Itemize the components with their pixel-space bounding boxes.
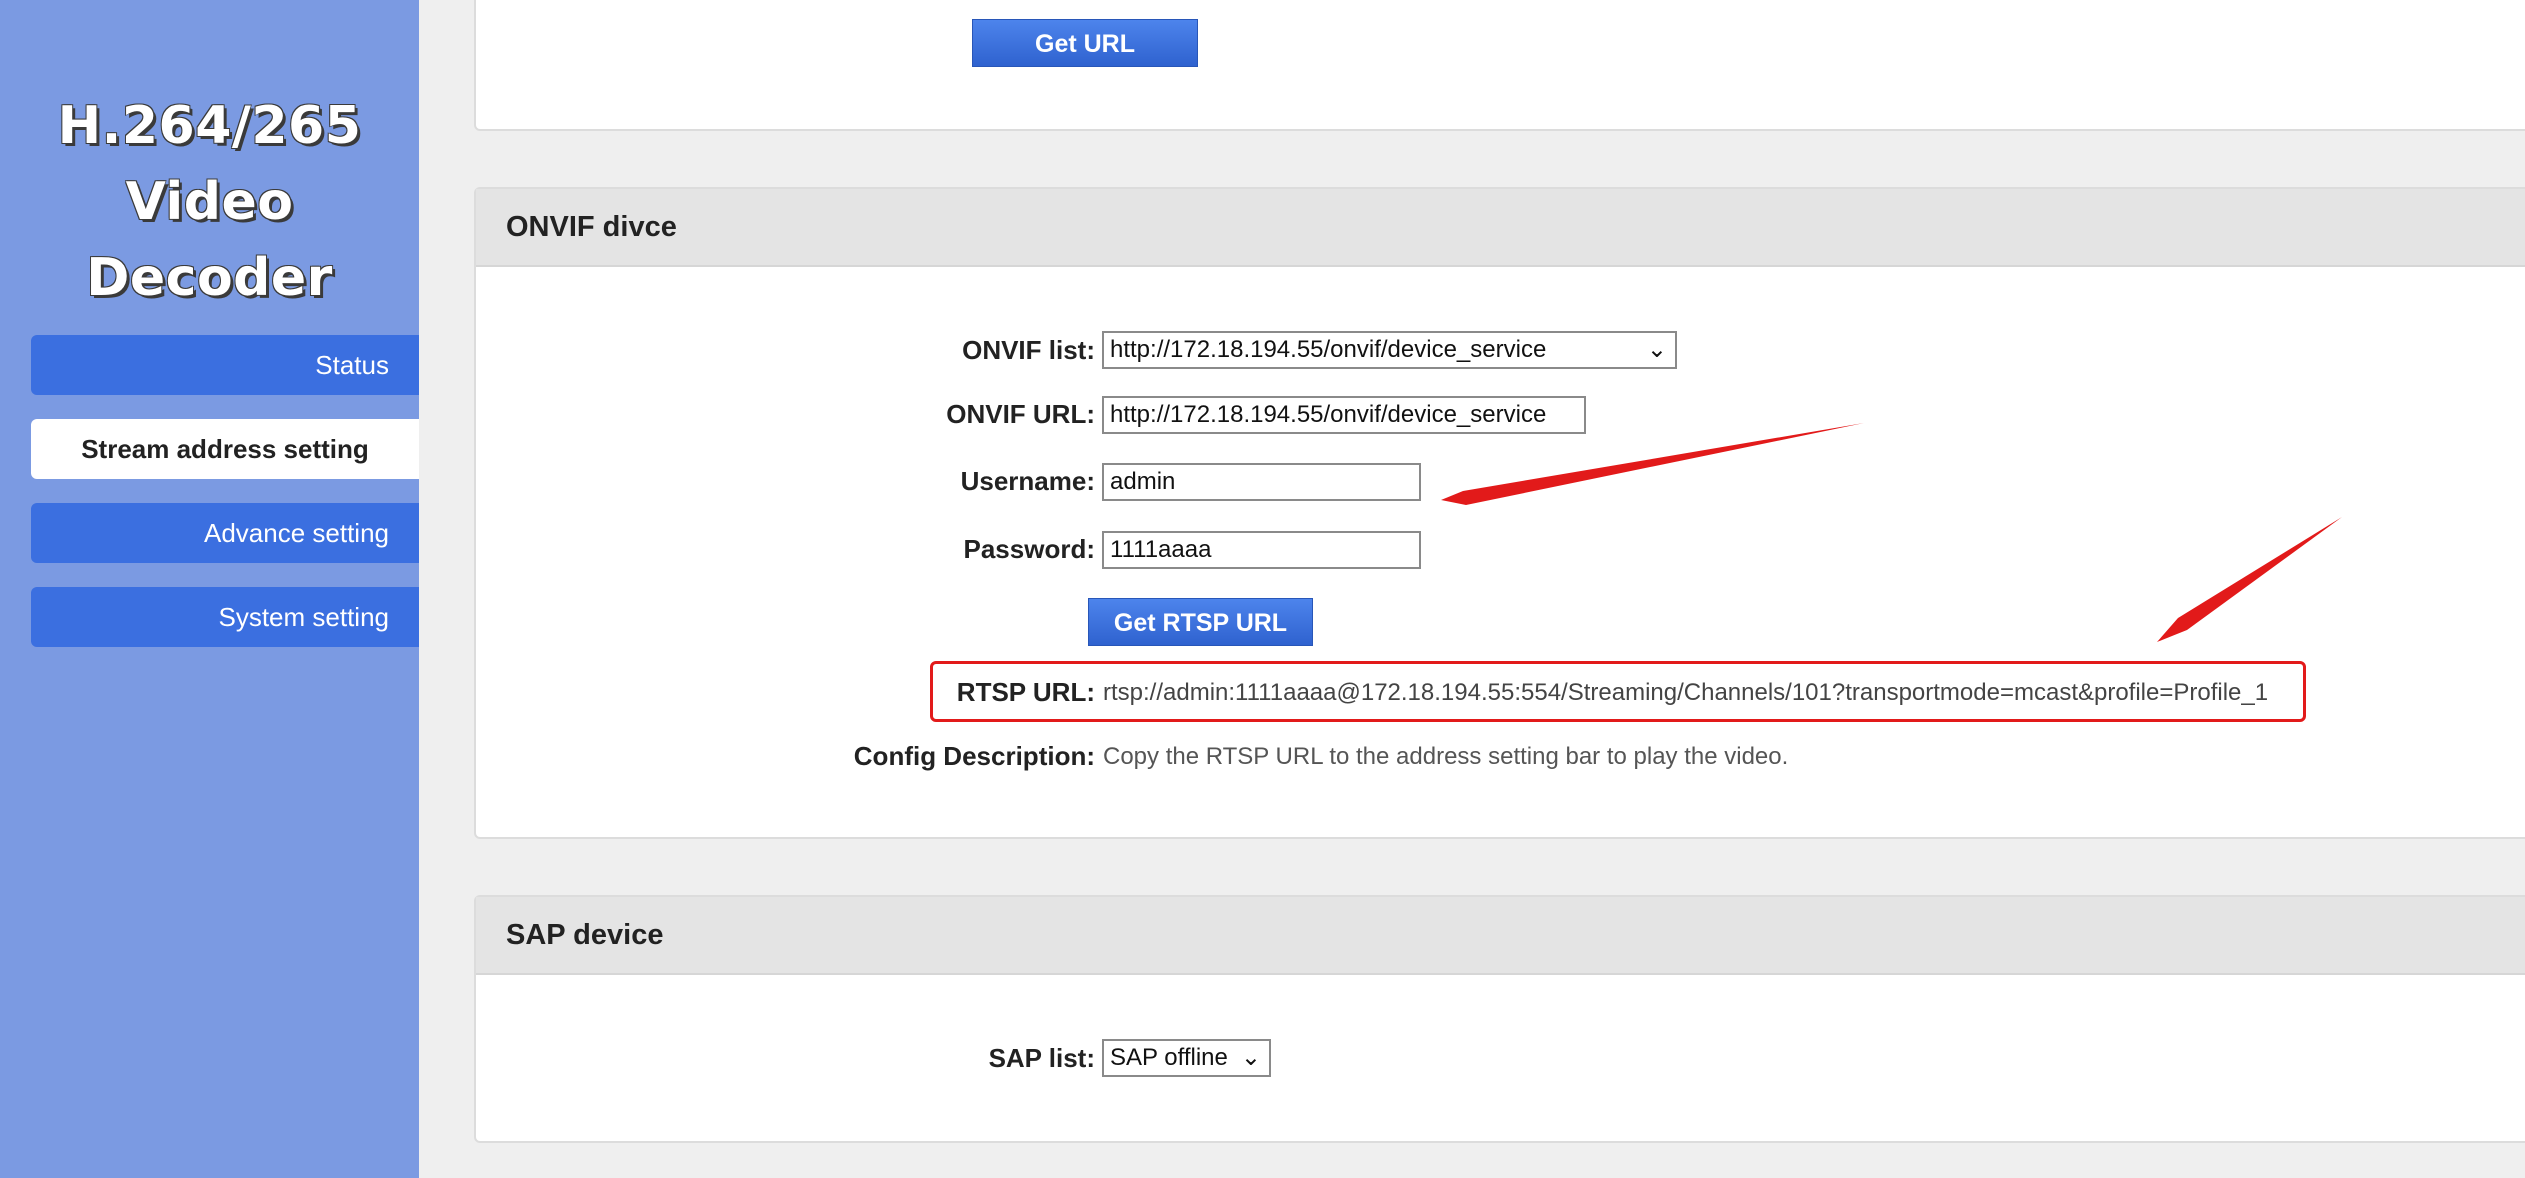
onvif-list-value: http://172.18.194.55/onvif/device_servic… (1110, 336, 1547, 363)
config-description-text: Copy the RTSP URL to the address setting… (1103, 743, 1789, 770)
onvif-panel-title: ONVIF divce (476, 189, 2525, 267)
username-field[interactable]: admin (1102, 463, 1421, 501)
onvif-list-label: ONVIF list: (962, 335, 1095, 365)
stream-url-panel: Get URL (474, 0, 2525, 131)
rtsp-url-value[interactable]: rtsp://admin:1111aaaa@172.18.194.55:554/… (1103, 679, 2285, 707)
logo-line-1: H.264/265 (57, 96, 362, 156)
username-label: Username: (960, 466, 1095, 496)
password-label: Password: (963, 534, 1096, 564)
get-rtsp-url-button[interactable]: Get RTSP URL (1088, 598, 1313, 646)
sidebar-item-advance-setting[interactable]: Advance setting (31, 503, 419, 563)
sap-panel-title: SAP device (476, 897, 2525, 975)
password-field[interactable]: 1111aaaa (1102, 531, 1421, 569)
sidebar-item-system-setting[interactable]: System setting (31, 587, 419, 647)
sidebar-item-status[interactable]: Status (31, 335, 419, 395)
onvif-panel: ONVIF divce (474, 187, 2525, 839)
sidebar: H.264/265 Video Decoder Status Stream ad… (0, 0, 419, 1178)
rtsp-url-label: RTSP URL: (956, 677, 1095, 707)
sap-panel: SAP device (474, 895, 2525, 1143)
onvif-list-select[interactable]: http://172.18.194.55/onvif/device_servic… (1102, 331, 1677, 369)
app-logo: H.264/265 Video Decoder (0, 88, 419, 316)
chevron-down-icon: ⌄ (1646, 336, 1667, 363)
get-url-button[interactable]: Get URL (972, 19, 1198, 67)
sap-list-select[interactable]: SAP offline ⌄ (1102, 1039, 1271, 1077)
onvif-url-field[interactable]: http://172.18.194.55/onvif/device_servic… (1102, 396, 1586, 434)
sidebar-item-stream-address-setting[interactable]: Stream address setting (31, 419, 419, 479)
onvif-url-label: ONVIF URL: (946, 399, 1095, 429)
logo-line-2: Video Decoder (86, 172, 333, 308)
sap-list-value: SAP offline (1110, 1044, 1228, 1071)
chevron-down-icon: ⌄ (1240, 1044, 1261, 1071)
config-description-label: Config Description: (853, 741, 1095, 771)
sap-list-label: SAP list: (988, 1043, 1095, 1073)
